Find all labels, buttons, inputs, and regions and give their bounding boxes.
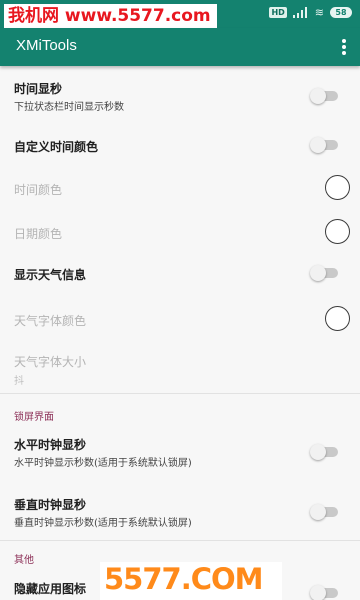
- toggle-switch[interactable]: [310, 265, 340, 281]
- section-divider: [0, 393, 360, 394]
- pref-title: 垂直时钟显秒: [14, 498, 87, 512]
- pref-time-seconds[interactable]: 时间显秒 下拉状态栏时间显示秒数: [0, 80, 360, 124]
- pref-summary: 垂直时钟显示秒数(适用于系统默认锁屏): [14, 518, 192, 529]
- app-title: XMiTools: [16, 37, 77, 54]
- pref-horizontal-clock-seconds[interactable]: 水平时钟显秒 水平时钟显示秒数(适用于系统默认锁屏): [0, 436, 360, 472]
- pref-title: 天气字体颜色: [14, 314, 87, 328]
- category-lockscreen: 锁屏界面: [14, 412, 54, 423]
- overflow-menu-icon[interactable]: [336, 37, 352, 57]
- color-swatch: [325, 219, 350, 244]
- pref-title: 显示天气信息: [14, 268, 87, 282]
- pref-title: 隐藏应用图标: [14, 582, 87, 596]
- color-swatch: [325, 175, 350, 200]
- toggle-switch[interactable]: [310, 137, 340, 153]
- watermark-logo: 我机网 www.5577.com: [4, 4, 217, 29]
- section-divider: [0, 540, 360, 541]
- category-other: 其他: [14, 555, 34, 566]
- pref-title: 时间显秒: [14, 82, 63, 96]
- pref-title: 水平时钟显秒: [14, 438, 87, 452]
- status-bar: 我机网 www.5577.com HD ≋ 58: [0, 0, 360, 29]
- status-icons: HD ≋ 58: [269, 6, 352, 19]
- battery-icon: 58: [330, 7, 352, 18]
- pref-summary: 抖: [14, 376, 24, 387]
- pref-date-color: 日期颜色: [0, 219, 360, 257]
- pref-summary: 水平时钟显示秒数(适用于系统默认锁屏): [14, 458, 192, 469]
- pref-show-weather[interactable]: 显示天气信息: [0, 265, 360, 296]
- toggle-switch[interactable]: [310, 88, 340, 104]
- signal-icon: [292, 7, 309, 18]
- pref-time-color: 时间颜色: [0, 175, 360, 213]
- pref-weather-font-color: 天气字体颜色: [0, 305, 360, 343]
- toggle-switch[interactable]: [310, 444, 340, 460]
- app-toolbar: XMiTools: [0, 28, 360, 66]
- bottom-watermark: 5577.COM: [100, 562, 282, 600]
- wifi-icon: ≋: [314, 6, 324, 19]
- pref-weather-font-size: 天气字体大小 抖: [0, 353, 360, 389]
- hd-badge: HD: [269, 7, 287, 18]
- toggle-switch[interactable]: [310, 585, 340, 600]
- toggle-switch[interactable]: [310, 504, 340, 520]
- color-swatch: [325, 306, 350, 331]
- pref-custom-time-color[interactable]: 自定义时间颜色: [0, 137, 360, 168]
- watermark-text: 5577.COM: [104, 562, 264, 596]
- pref-title: 日期颜色: [14, 227, 63, 241]
- pref-summary: 下拉状态栏时间显示秒数: [14, 102, 124, 113]
- pref-title: 自定义时间颜色: [14, 140, 99, 154]
- pref-title: 时间颜色: [14, 183, 63, 197]
- pref-title: 天气字体大小: [14, 355, 87, 369]
- pref-vertical-clock-seconds[interactable]: 垂直时钟显秒 垂直时钟显示秒数(适用于系统默认锁屏): [0, 496, 360, 532]
